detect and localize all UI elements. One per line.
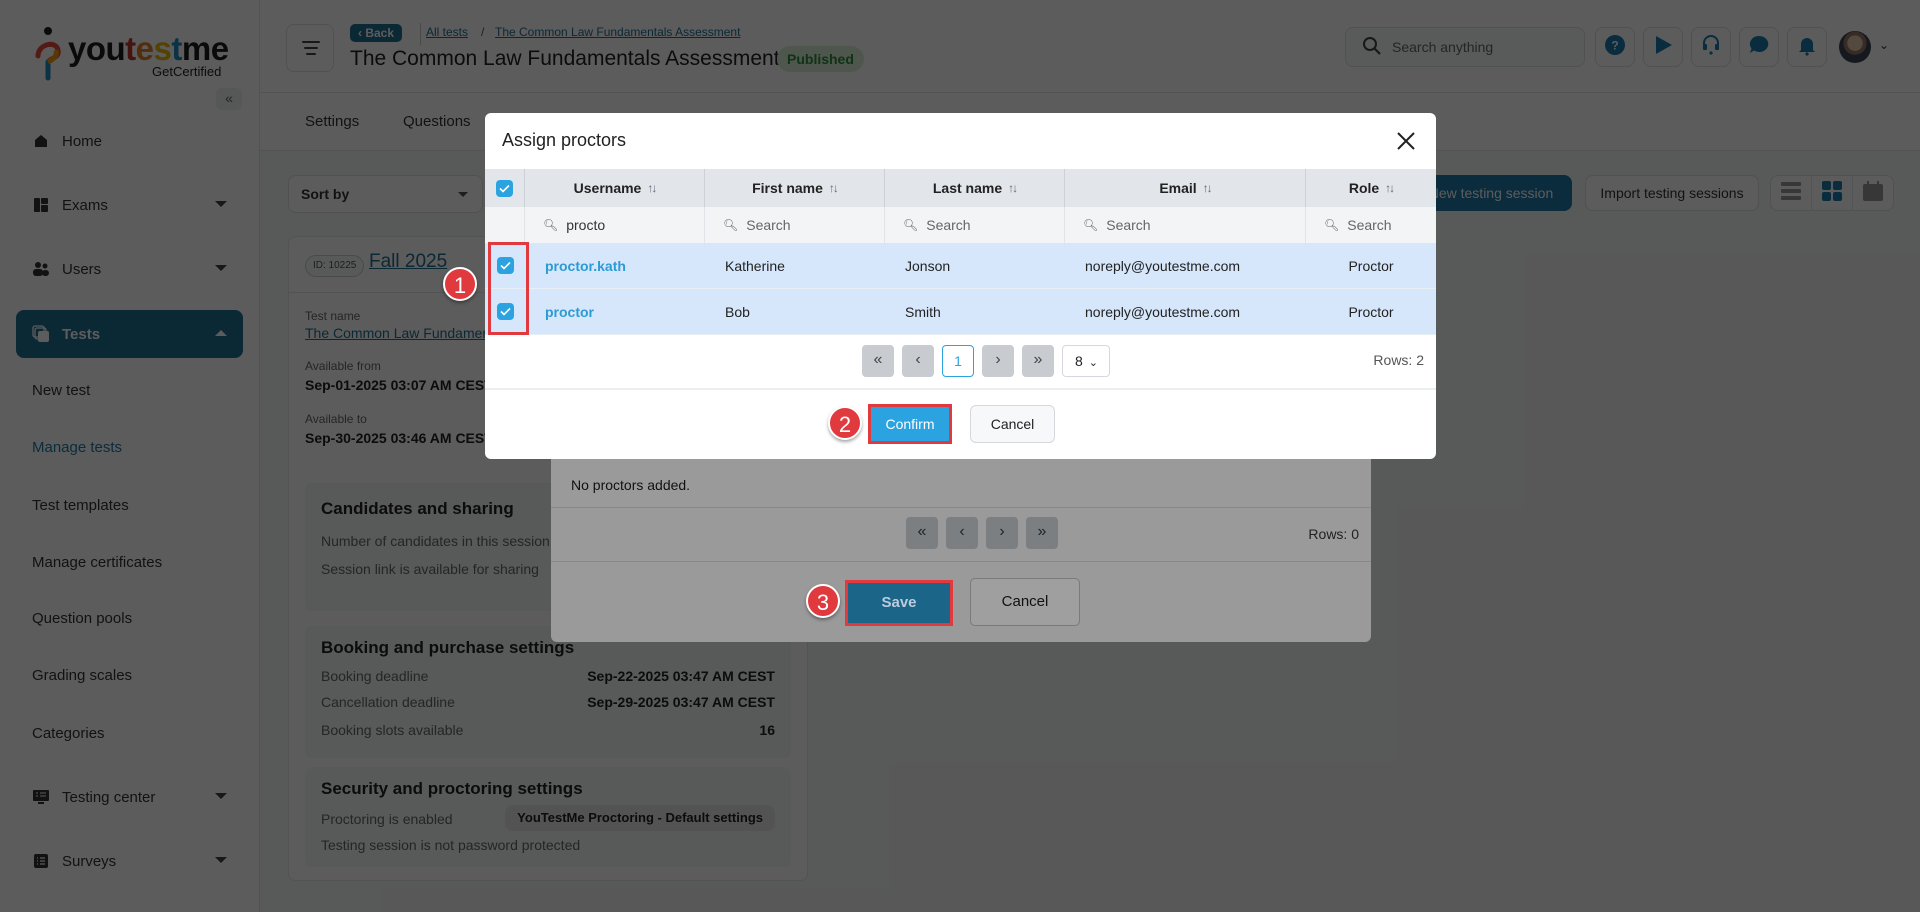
divider bbox=[485, 388, 1436, 390]
last-page-button[interactable]: » bbox=[1026, 517, 1058, 549]
role-filter-input[interactable]: 🔍︎ Search bbox=[1306, 207, 1436, 243]
filter-value: procto bbox=[566, 217, 606, 233]
column-label: Last name bbox=[932, 180, 1003, 196]
column-header-role[interactable]: Role ↑↓ bbox=[1306, 169, 1436, 207]
save-button[interactable]: Save bbox=[845, 580, 953, 626]
annotation-step-2: 2 bbox=[828, 406, 862, 440]
column-header-last-name[interactable]: Last name ↑↓ bbox=[885, 169, 1065, 207]
search-icon: 🔍︎ bbox=[1083, 218, 1099, 232]
sort-icon: ↑↓ bbox=[828, 181, 839, 195]
filter-spacer bbox=[485, 207, 525, 243]
search-icon: 🔍︎ bbox=[543, 218, 559, 232]
sort-icon: ↑↓ bbox=[1385, 181, 1395, 195]
sort-icon: ↑↓ bbox=[1008, 181, 1018, 195]
modal-title: Assign proctors bbox=[502, 130, 627, 150]
search-icon: 🔍︎ bbox=[903, 218, 919, 232]
chevrons-left-icon: « bbox=[917, 523, 927, 540]
email-filter-input[interactable]: 🔍︎ Search bbox=[1065, 207, 1306, 243]
first-name-cell: Katherine bbox=[725, 257, 785, 274]
prev-page-button[interactable]: ‹ bbox=[946, 517, 978, 549]
proctors-dialog: No proctors added. « ‹ › » Rows: 0 Save … bbox=[551, 455, 1371, 642]
sort-icon: ↑↓ bbox=[647, 181, 657, 195]
annotation-step-1: 1 bbox=[443, 267, 477, 301]
last-name-cell: Jonson bbox=[905, 257, 951, 274]
first-name-cell: Bob bbox=[725, 303, 750, 320]
chevron-left-icon: ‹ bbox=[959, 523, 965, 540]
first-name-filter-input[interactable]: 🔍︎ Search bbox=[705, 207, 885, 243]
role-cell: Proctor bbox=[1348, 303, 1394, 320]
empty-proctors-text: No proctors added. bbox=[571, 477, 691, 493]
column-header-first-name[interactable]: First name ↑↓ bbox=[705, 169, 885, 207]
column-label: Email bbox=[1159, 180, 1197, 196]
divider bbox=[551, 507, 1371, 508]
current-page-button[interactable]: 1 bbox=[942, 345, 974, 377]
filter-placeholder: Search bbox=[1106, 217, 1151, 233]
last-name-cell: Smith bbox=[905, 303, 941, 320]
table-row[interactable]: proctor Bob Smith noreply@youtestme.com … bbox=[485, 289, 1436, 335]
column-label: Role bbox=[1348, 180, 1380, 196]
annotation-highlight-checkboxes bbox=[488, 242, 529, 335]
chevron-right-icon: › bbox=[995, 351, 1001, 368]
search-icon: 🔍︎ bbox=[1324, 218, 1340, 232]
annotation-step-3: 3 bbox=[806, 584, 840, 618]
confirm-button[interactable]: Confirm bbox=[868, 404, 952, 444]
email-cell: noreply@youtestme.com bbox=[1085, 257, 1241, 274]
prev-page-button[interactable]: ‹ bbox=[902, 345, 934, 377]
page-size-select[interactable]: 8 ⌄ bbox=[1062, 345, 1110, 377]
assign-proctors-modal: Assign proctors Username ↑↓ First name ↑↓ … bbox=[485, 113, 1436, 459]
column-header-email[interactable]: Email ↑↓ bbox=[1065, 169, 1306, 207]
next-page-button[interactable]: › bbox=[982, 345, 1014, 377]
next-page-button[interactable]: › bbox=[986, 517, 1018, 549]
search-icon: 🔍︎ bbox=[723, 218, 739, 232]
chevron-down-icon: ⌄ bbox=[1088, 357, 1099, 369]
chevrons-right-icon: » bbox=[1033, 351, 1043, 368]
username-filter-input[interactable]: 🔍︎ procto bbox=[525, 207, 705, 243]
chevrons-left-icon: « bbox=[873, 351, 883, 368]
select-all-checkbox[interactable] bbox=[485, 169, 525, 207]
table-header: Username ↑↓ First name ↑↓ Last name ↑↓ Emai… bbox=[485, 169, 1436, 207]
username-cell[interactable]: proctor bbox=[525, 289, 705, 334]
divider bbox=[551, 561, 1371, 562]
chevron-left-icon: ‹ bbox=[915, 351, 921, 368]
last-page-button[interactable]: » bbox=[1022, 345, 1054, 377]
column-label: Username bbox=[573, 180, 642, 196]
username-cell[interactable]: proctor.kath bbox=[525, 243, 705, 288]
filter-placeholder: Search bbox=[746, 217, 791, 233]
table-row[interactable]: proctor.kath Katherine Jonson noreply@yo… bbox=[485, 243, 1436, 289]
rows-count: Rows: 0 bbox=[1308, 526, 1359, 542]
cancel-button[interactable]: Cancel bbox=[970, 578, 1080, 626]
role-cell: Proctor bbox=[1348, 257, 1394, 274]
page-size-value: 8 bbox=[1075, 353, 1083, 369]
first-page-button[interactable]: « bbox=[862, 345, 894, 377]
sort-icon: ↑↓ bbox=[1202, 181, 1213, 195]
first-page-button[interactable]: « bbox=[906, 517, 938, 549]
rows-count: Rows: 2 bbox=[1373, 352, 1424, 368]
column-label: First name bbox=[752, 180, 823, 196]
chevrons-right-icon: » bbox=[1037, 523, 1047, 540]
cancel-button[interactable]: Cancel bbox=[970, 405, 1055, 443]
checkbox-checked-icon bbox=[496, 179, 513, 197]
last-name-filter-input[interactable]: 🔍︎ Search bbox=[885, 207, 1065, 243]
close-icon bbox=[1397, 132, 1415, 150]
filter-placeholder: Search bbox=[1347, 217, 1392, 233]
filter-row: 🔍︎ procto 🔍︎ Search 🔍︎ Search 🔍︎ Search 🔍︎ Se… bbox=[485, 207, 1436, 243]
filter-placeholder: Search bbox=[926, 217, 971, 233]
chevron-right-icon: › bbox=[999, 523, 1005, 540]
email-cell: noreply@youtestme.com bbox=[1085, 303, 1241, 320]
column-header-username[interactable]: Username ↑↓ bbox=[525, 169, 705, 207]
close-button[interactable] bbox=[1392, 127, 1420, 155]
